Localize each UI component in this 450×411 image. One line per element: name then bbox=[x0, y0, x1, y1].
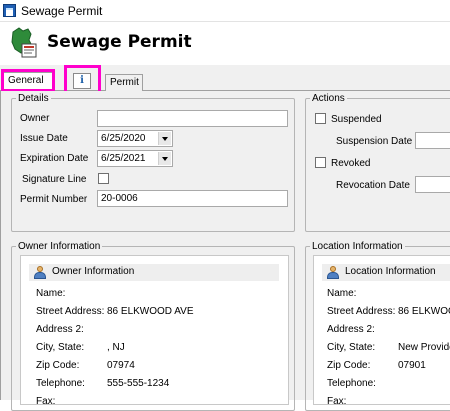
signature-line-checkbox[interactable] bbox=[98, 173, 109, 184]
chevron-down-icon[interactable] bbox=[158, 132, 171, 145]
revoked-label: Revoked bbox=[331, 158, 371, 169]
tab-general-highlight bbox=[1, 69, 55, 92]
person-icon bbox=[327, 266, 339, 279]
owner-street-label: Street Address: bbox=[36, 306, 105, 317]
owner-zip-value: 07974 bbox=[107, 360, 135, 371]
issue-date-label: Issue Date bbox=[20, 133, 68, 144]
revocation-date-field[interactable] bbox=[415, 176, 450, 193]
suspension-date-field[interactable] bbox=[415, 132, 450, 149]
tab-permit[interactable]: Permit bbox=[105, 74, 143, 91]
location-city-label: City, State: bbox=[327, 342, 376, 353]
expiration-date-label: Expiration Date bbox=[20, 153, 89, 164]
owner-card-title: Owner Information bbox=[52, 266, 135, 277]
issue-date-value: 6/25/2020 bbox=[101, 133, 146, 144]
owner-name-label: Name: bbox=[36, 288, 66, 299]
location-card-title: Location Information bbox=[345, 266, 436, 277]
header: Sewage Permit bbox=[0, 23, 450, 65]
location-fax-label: Fax: bbox=[327, 396, 347, 407]
actions-legend: Actions bbox=[310, 93, 347, 104]
owner-label: Owner bbox=[20, 113, 50, 124]
owner-information-legend: Owner Information bbox=[16, 241, 103, 252]
app-window-icon bbox=[3, 4, 16, 17]
location-city-value: New Provide bbox=[398, 342, 450, 353]
location-street-value: 86 ELKWOO bbox=[398, 306, 450, 317]
owner-field[interactable] bbox=[97, 110, 288, 127]
location-information-legend: Location Information bbox=[310, 241, 405, 252]
owner-city-label: City, State: bbox=[36, 342, 85, 353]
owner-information-card: Owner Information Name: Street Address: … bbox=[20, 255, 289, 407]
page-title: Sewage Permit bbox=[47, 32, 192, 52]
revocation-date-label: Revocation Date bbox=[336, 180, 410, 191]
location-name-label: Name: bbox=[327, 288, 357, 299]
expiration-date-value: 6/25/2021 bbox=[101, 153, 146, 164]
location-card-header: Location Information bbox=[322, 264, 450, 281]
suspended-checkbox[interactable] bbox=[315, 113, 326, 124]
owner-phone-value: 555-555-1234 bbox=[107, 378, 170, 389]
location-zip-value: 07901 bbox=[398, 360, 426, 371]
window-title: Sewage Permit bbox=[21, 4, 103, 18]
suspended-label: Suspended bbox=[331, 114, 382, 125]
permit-number-field[interactable]: 20-0006 bbox=[97, 190, 288, 207]
details-legend: Details bbox=[16, 93, 51, 104]
location-street-label: Street Address: bbox=[327, 306, 396, 317]
suspension-date-label: Suspension Date bbox=[336, 136, 413, 147]
location-zip-label: Zip Code: bbox=[327, 360, 371, 371]
permit-number-label: Permit Number bbox=[20, 194, 88, 205]
chevron-down-icon[interactable] bbox=[158, 152, 171, 165]
issue-date-picker[interactable]: 6/25/2020 bbox=[97, 130, 173, 147]
location-address2-label: Address 2: bbox=[327, 324, 375, 335]
owner-zip-label: Zip Code: bbox=[36, 360, 80, 371]
owner-street-value: 86 ELKWOOD AVE bbox=[107, 306, 194, 317]
owner-phone-label: Telephone: bbox=[36, 378, 85, 389]
general-tab-content: Details Owner Issue Date 6/25/2020 Expir… bbox=[0, 91, 450, 411]
tab-strip: General i Permit bbox=[0, 65, 450, 97]
signature-line-label: Signature Line bbox=[22, 174, 87, 185]
owner-card-header: Owner Information bbox=[29, 264, 279, 281]
window-titlebar: Sewage Permit bbox=[0, 0, 450, 22]
owner-fax-label: Fax: bbox=[36, 396, 56, 407]
expiration-date-picker[interactable]: 6/25/2021 bbox=[97, 150, 173, 167]
owner-city-value: , NJ bbox=[107, 342, 125, 353]
permit-logo-icon bbox=[11, 27, 37, 58]
owner-address2-label: Address 2: bbox=[36, 324, 84, 335]
location-phone-label: Telephone: bbox=[327, 378, 376, 389]
location-information-card: Location Information Name: Street Addres… bbox=[313, 255, 450, 407]
person-icon bbox=[34, 266, 46, 279]
revoked-checkbox[interactable] bbox=[315, 157, 326, 168]
